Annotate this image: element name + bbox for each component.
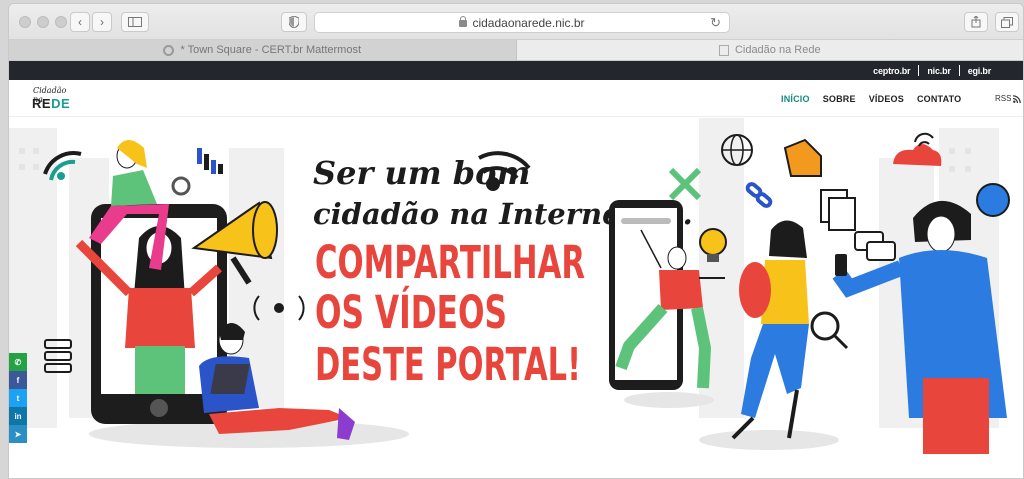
share-button[interactable] — [964, 12, 988, 32]
close-window-button[interactable] — [19, 16, 31, 28]
divider — [958, 65, 960, 76]
sidebar-toggle-button[interactable] — [121, 12, 149, 32]
lightbulb-icon — [699, 228, 727, 256]
nic-link[interactable]: nic.br — [927, 66, 951, 76]
facebook-icon: f — [16, 375, 20, 385]
rss-link[interactable]: RSS — [995, 94, 1022, 103]
hero-illustration: Ser um bom cidadão na Internet é... COMP… — [9, 118, 1010, 454]
privacy-report-button[interactable] — [281, 12, 307, 32]
tab-overview-button[interactable] — [995, 12, 1019, 32]
share-icon — [971, 16, 981, 28]
cloud-icon — [893, 144, 942, 166]
network-globe-icon — [976, 183, 1010, 217]
browser-window: ‹ › cidadaonarede.nic.br ↻ * Town Square… — [8, 3, 1024, 479]
url-text: cidadaonarede.nic.br — [472, 15, 585, 30]
divider — [918, 65, 920, 76]
folder-icon — [783, 138, 822, 177]
nav-item-contato[interactable]: CONTATO — [917, 94, 961, 104]
whatsapp-icon: ✆ — [14, 357, 22, 367]
document-icon — [820, 189, 856, 231]
twitter-share-button[interactable]: t — [9, 389, 27, 407]
browser-toolbar: ‹ › cidadaonarede.nic.br ↻ — [9, 4, 1023, 40]
tab-bar: * Town Square - CERT.br Mattermost Cidad… — [9, 40, 1023, 61]
main-menu: INÍCIO SOBRE VÍDEOS CONTATO — [781, 94, 961, 104]
site-logo[interactable]: Cidadão na REDE — [31, 86, 75, 112]
mattermost-icon — [163, 44, 175, 56]
gear-icon — [171, 176, 191, 196]
tab-label: * Town Square - CERT.br Mattermost — [180, 44, 362, 56]
minimize-window-button[interactable] — [37, 16, 49, 28]
hero-banner: Ser um bom cidadão na Internet é... COMP… — [9, 118, 1023, 454]
site-nav: Cidadão na REDE INÍCIO SOBRE VÍDEOS CONT… — [9, 80, 1023, 117]
lock-icon — [459, 16, 468, 27]
magnifier-icon — [810, 311, 849, 350]
site-favicon-icon — [718, 44, 729, 56]
hero-line3: COMPARTILHAR — [315, 236, 585, 289]
nav-item-inicio[interactable]: INÍCIO — [781, 94, 810, 104]
nav-item-sobre[interactable]: SOBRE — [823, 94, 856, 104]
address-bar[interactable]: cidadaonarede.nic.br ↻ — [314, 12, 730, 33]
signal-icon — [197, 148, 223, 174]
rss-label: RSS — [995, 94, 1012, 103]
logo-re: RE — [32, 96, 52, 111]
hero-line5: DESTE PORTAL! — [315, 338, 581, 391]
rss-icon — [1013, 94, 1022, 103]
telegram-icon: ➤ — [14, 429, 22, 439]
tab-label: Cidadão na Rede — [734, 44, 821, 56]
ceptro-link[interactable]: ceptro.br — [873, 66, 910, 76]
sidebar-icon — [128, 17, 142, 27]
link-icon — [745, 182, 773, 208]
egi-link[interactable]: egi.br — [968, 66, 992, 76]
whatsapp-share-button[interactable]: ✆ — [9, 353, 27, 371]
site-topbar: ceptro.br nic.br egi.br — [9, 61, 1023, 80]
zoom-window-button[interactable] — [55, 16, 67, 28]
nav-item-videos[interactable]: VÍDEOS — [869, 94, 904, 104]
reload-icon[interactable]: ↻ — [710, 15, 721, 31]
linkedin-share-button[interactable]: in — [9, 407, 27, 425]
facebook-share-button[interactable]: f — [9, 371, 27, 389]
page-content-area — [9, 454, 1023, 478]
telegram-share-button[interactable]: ➤ — [9, 425, 27, 443]
twitter-icon: t — [16, 393, 20, 403]
logo-de: DE — [51, 96, 71, 111]
chevron-left-icon: ‹ — [78, 15, 82, 29]
back-button[interactable]: ‹ — [70, 12, 90, 32]
forward-button[interactable]: › — [92, 12, 112, 32]
tab-cidadao-na-rede[interactable]: Cidadão na Rede — [516, 40, 1023, 60]
hero-line4: OS VÍDEOS — [315, 286, 507, 339]
tab-mattermost[interactable]: * Town Square - CERT.br Mattermost — [9, 40, 517, 60]
logo-line2: REDE — [32, 96, 70, 111]
linkedin-icon: in — [14, 411, 22, 421]
tabs-icon — [1001, 16, 1013, 28]
shield-icon — [289, 16, 299, 28]
chevron-right-icon: › — [100, 15, 104, 29]
tools-icon — [668, 167, 702, 201]
